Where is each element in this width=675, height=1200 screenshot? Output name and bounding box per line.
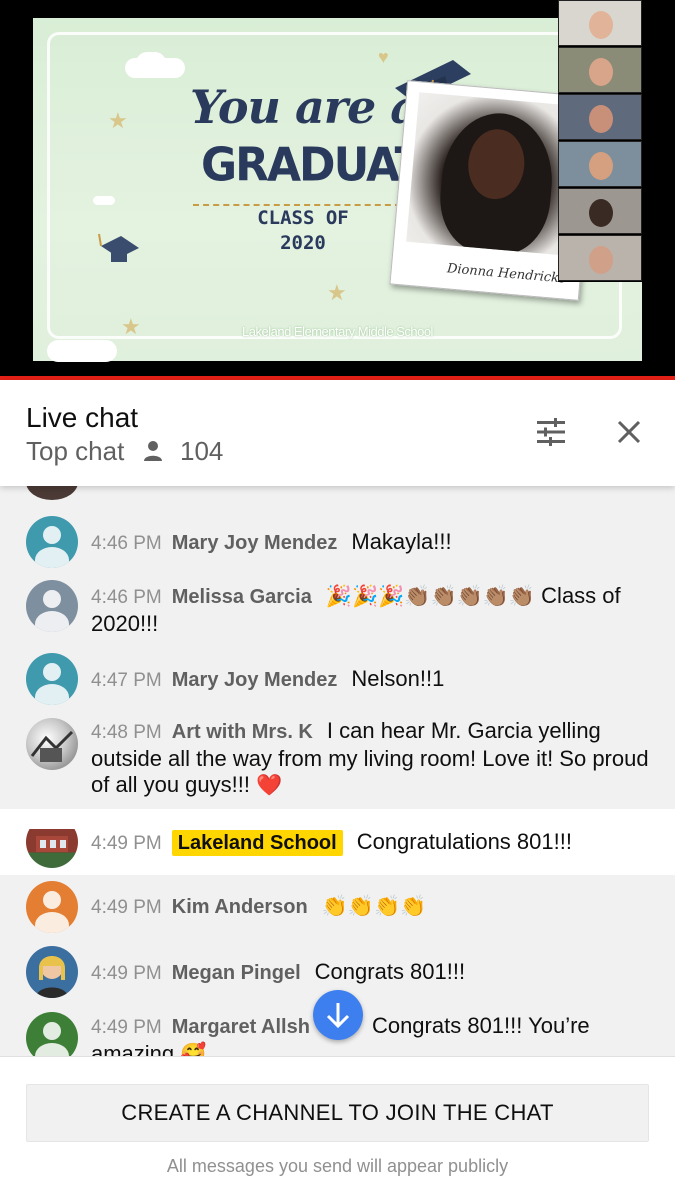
message-emoji: 🥰: [180, 1043, 207, 1056]
chat-message: 4:46 PM Mary Joy Mendez Makayla!!!: [0, 516, 675, 572]
message-author[interactable]: Art with Mrs. K: [172, 721, 313, 743]
person-icon: [144, 441, 162, 461]
owner-badge[interactable]: Lakeland School: [171, 830, 343, 856]
avatar[interactable]: [26, 881, 78, 933]
filter-button[interactable]: [531, 412, 571, 452]
chat-mode-selector[interactable]: Top chat: [26, 436, 124, 467]
viewer-count: 104: [180, 436, 224, 466]
avatar[interactable]: [26, 516, 78, 568]
participant-tile: [558, 0, 642, 46]
message-author[interactable]: Margaret Allsh: [172, 1016, 310, 1038]
chat-footer: CREATE A CHANNEL TO JOIN THE CHAT All me…: [0, 1056, 675, 1200]
graduate-name: Dionna Hendricks: [446, 261, 567, 287]
avatar[interactable]: [26, 580, 78, 632]
chat-header: Live chat Top chat 104: [0, 380, 675, 486]
message-author[interactable]: Melissa Garcia: [172, 586, 312, 608]
scroll-to-bottom-button[interactable]: [313, 990, 363, 1040]
message-time: 4:46 PM: [91, 587, 162, 608]
message-author[interactable]: Mary Joy Mendez: [172, 532, 338, 554]
participant-tile: [558, 94, 642, 140]
video-player[interactable]: ★ ★ ★ ♥ You are a GRADUATE! CLASS OF 202…: [0, 0, 675, 378]
message-author[interactable]: Megan Pingel: [172, 962, 301, 984]
message-time: 4:47 PM: [91, 670, 162, 691]
message-text: Makayla!!!: [351, 529, 452, 554]
message-time: 4:49 PM: [91, 833, 162, 854]
cloud-decoration: [136, 52, 166, 74]
star-icon: ★: [327, 280, 347, 305]
school-name: Lakeland Elementary Middle School: [242, 324, 433, 339]
message-time: 4:49 PM: [91, 1017, 162, 1038]
avatar[interactable]: [26, 1012, 78, 1056]
message-author[interactable]: Mary Joy Mendez: [172, 669, 338, 691]
chat-message-list[interactable]: 4:46 PM Mary Joy Mendez Makayla!!! 4:46 PM…: [0, 486, 675, 1056]
message-author[interactable]: Kim Anderson: [172, 896, 308, 918]
chat-message: 4:49 PM Kim Anderson 👏👏👏👏: [0, 881, 675, 937]
message-emoji: 🎉🎉🎉👏🏽👏🏽👏🏽👏🏽👏🏽: [325, 585, 536, 608]
create-channel-button[interactable]: CREATE A CHANNEL TO JOIN THE CHAT: [26, 1084, 649, 1142]
heart-emoji: ❤️: [256, 774, 283, 797]
message-time: 4:49 PM: [91, 963, 162, 984]
avatar[interactable]: [26, 718, 78, 770]
participant-tile: [558, 188, 642, 234]
slide-title-line1: You are a: [190, 80, 420, 134]
participant-tile: [558, 141, 642, 187]
message-text: Congratulations 801!!!: [356, 829, 572, 854]
participant-strip: [558, 0, 642, 282]
star-icon: ♥: [378, 47, 389, 67]
arrow-down-icon: [326, 1003, 350, 1029]
graduation-slide: ★ ★ ★ ♥ You are a GRADUATE! CLASS OF 202…: [33, 18, 642, 362]
message-time: 4:48 PM: [91, 722, 162, 743]
chat-message: 4:46 PM Melissa Garcia 🎉🎉🎉👏🏽👏🏽👏🏽👏🏽👏🏽 Class…: [0, 580, 675, 640]
participant-tile: [558, 235, 642, 281]
avatar[interactable]: [26, 816, 78, 868]
chat-message: 4:48 PM Art with Mrs. KI can hear Mr. Gar…: [0, 718, 675, 806]
participant-tile: [558, 47, 642, 93]
cloud-decoration: [47, 340, 117, 362]
avatar: [26, 486, 78, 500]
message-time: 4:46 PM: [91, 533, 162, 554]
tune-icon: [537, 418, 565, 446]
star-icon: ★: [108, 108, 128, 133]
message-emoji: 👏👏👏👏: [321, 895, 427, 918]
class-of-label: CLASS OF 2020: [257, 207, 349, 254]
graduation-cap-icon: [98, 233, 139, 262]
close-chat-button[interactable]: [609, 412, 649, 452]
message-time: 4:49 PM: [91, 897, 162, 918]
chat-message: 4:47 PM Mary Joy Mendez Nelson!!1: [0, 653, 675, 709]
chat-message-highlighted: 4:49 PM Lakeland School Congratulations 80…: [0, 809, 675, 875]
chat-title: Live chat: [26, 402, 139, 433]
cloud-decoration: [93, 196, 115, 205]
message-text: Congrats 801!!!: [314, 959, 466, 984]
avatar[interactable]: [26, 946, 78, 998]
message-text: Nelson!!1: [351, 666, 445, 691]
close-icon: [617, 420, 641, 444]
avatar[interactable]: [26, 653, 78, 705]
public-notice: All messages you send will appear public…: [166, 1156, 509, 1176]
